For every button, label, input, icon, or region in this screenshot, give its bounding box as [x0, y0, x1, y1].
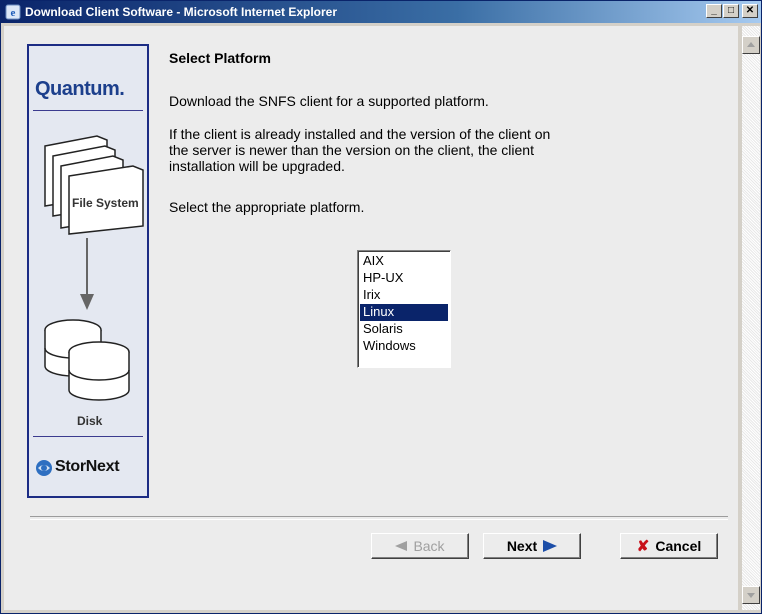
- stornext-logo: StorNext: [55, 458, 120, 475]
- minimize-button[interactable]: _: [706, 4, 722, 18]
- upgrade-text-line: the server is newer than the version on …: [169, 142, 534, 158]
- platform-option-solaris[interactable]: Solaris: [360, 321, 448, 338]
- platform-option-linux[interactable]: Linux: [360, 304, 448, 321]
- down-arrow-icon: [80, 238, 94, 310]
- title-bar: e Download Client Software - Microsoft I…: [1, 1, 761, 23]
- scroll-up-icon: [747, 42, 755, 47]
- cancel-button[interactable]: ✘ Cancel: [620, 533, 718, 559]
- next-arrow-icon: [543, 540, 558, 552]
- back-arrow-icon: [395, 541, 408, 551]
- vertical-scrollbar[interactable]: [742, 26, 760, 610]
- disk-label: Disk: [77, 414, 103, 428]
- cancel-icon: ✘: [636, 538, 650, 555]
- upgrade-text-line: If the client is already installed and t…: [169, 126, 551, 142]
- back-button-label: Back: [413, 538, 445, 554]
- next-button[interactable]: Next: [483, 533, 581, 559]
- svg-text:e: e: [11, 7, 16, 19]
- button-separator: [30, 516, 728, 520]
- scroll-down-button[interactable]: [742, 586, 760, 604]
- platform-option-irix[interactable]: Irix: [360, 287, 448, 304]
- stornext-logo-icon: [36, 460, 52, 476]
- upgrade-text-line: installation will be upgraded.: [169, 158, 345, 174]
- quantum-logo: Quantum.: [35, 78, 125, 100]
- scroll-down-icon: [747, 593, 755, 598]
- cancel-button-label: Cancel: [655, 538, 702, 554]
- platform-option-hp-ux[interactable]: HP-UX: [360, 270, 448, 287]
- internet-explorer-icon: e: [5, 4, 21, 20]
- platform-listbox[interactable]: AIX HP-UX Irix Linux Solaris Windows: [357, 250, 451, 368]
- back-button[interactable]: Back: [371, 533, 469, 559]
- instruction-text: Select the appropriate platform.: [169, 199, 365, 215]
- platform-option-windows[interactable]: Windows: [360, 338, 448, 355]
- window-title: Download Client Software - Microsoft Int…: [25, 5, 338, 19]
- wizard-sidebar: Quantum. File System Disk StorNext: [27, 44, 149, 498]
- intro-text: Download the SNFS client for a supported…: [169, 93, 489, 109]
- close-button[interactable]: ✕: [742, 4, 758, 18]
- next-button-label: Next: [506, 538, 538, 554]
- sidebar-divider: [33, 110, 143, 111]
- scroll-up-button[interactable]: [742, 36, 760, 54]
- platform-option-aix[interactable]: AIX: [360, 253, 448, 270]
- file-system-label: File System: [72, 196, 139, 210]
- disk-icon: [44, 319, 130, 401]
- sidebar-divider: [33, 436, 143, 437]
- maximize-button[interactable]: □: [723, 4, 739, 18]
- file-system-icon: [44, 135, 144, 235]
- page-title: Select Platform: [169, 50, 271, 66]
